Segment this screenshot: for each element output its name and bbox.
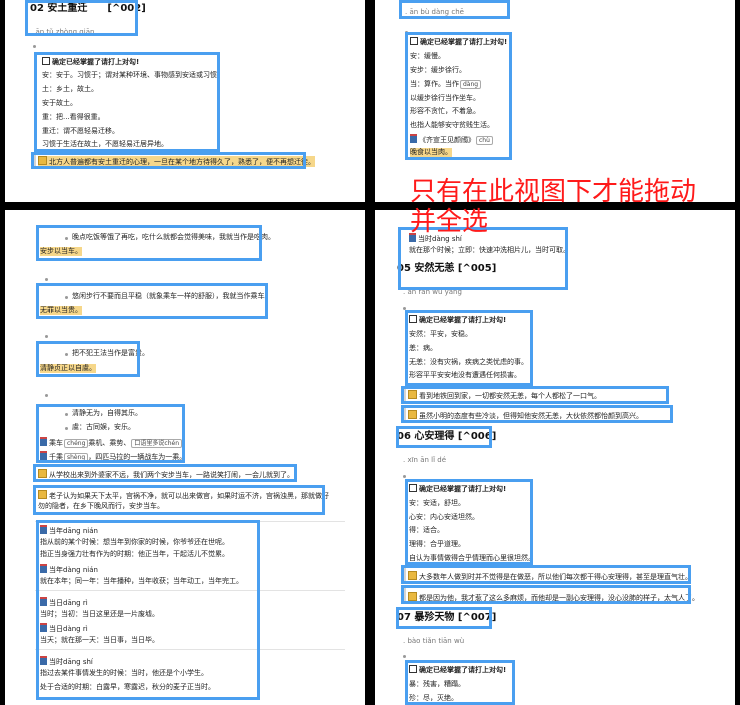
selection-box[interactable] [401, 565, 691, 584]
bullet [33, 45, 36, 48]
pinyin: . bào tiǎn tiān wù [403, 637, 465, 645]
selection-box[interactable] [34, 52, 220, 152]
selection-box[interactable] [31, 152, 306, 169]
selection-box[interactable] [25, 0, 138, 36]
selection-box[interactable] [36, 341, 140, 377]
overlay-annotation-line1: 只有在此视图下才能拖动 [410, 177, 697, 207]
bullet [45, 278, 48, 281]
selection-box[interactable] [36, 283, 268, 319]
bullet [45, 335, 48, 338]
selection-box[interactable] [33, 464, 297, 482]
selection-box[interactable] [36, 520, 260, 700]
selection-box[interactable] [36, 225, 262, 261]
selection-box[interactable] [396, 426, 492, 448]
bullet [403, 655, 406, 658]
selection-box[interactable] [36, 404, 185, 463]
bullet [403, 475, 406, 478]
selection-box[interactable] [405, 32, 512, 160]
selection-box[interactable] [401, 386, 669, 404]
selection-box[interactable] [401, 585, 691, 604]
selection-box[interactable] [405, 310, 533, 386]
selection-box[interactable] [396, 607, 492, 629]
pinyin: . xīn ān lǐ dé [403, 456, 447, 464]
selection-box[interactable] [405, 660, 515, 705]
bullet [45, 394, 48, 397]
selection-box[interactable] [399, 0, 510, 19]
selection-box[interactable] [405, 479, 533, 565]
selection-box[interactable] [401, 405, 673, 423]
selection-box[interactable] [33, 485, 325, 515]
overlay-annotation-line2: 并全选 [410, 207, 489, 237]
